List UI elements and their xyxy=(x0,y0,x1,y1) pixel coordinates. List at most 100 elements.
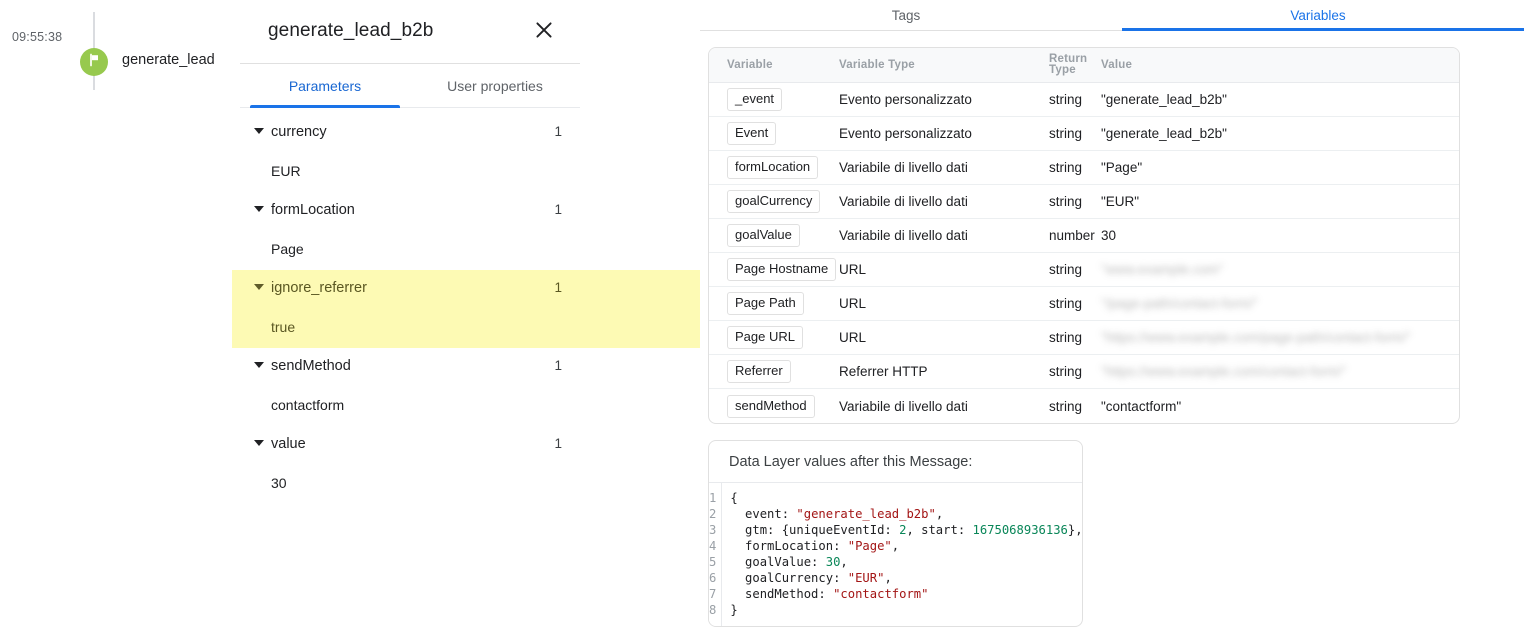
code-line: formLocation: "Page", xyxy=(730,538,1082,554)
parameter-value-row: true xyxy=(232,309,700,348)
variables-table-header: Variable Variable Type Return Type Value xyxy=(709,48,1459,83)
variable-chip[interactable]: goalValue xyxy=(727,224,800,247)
variable-type-cell: Variabile di livello dati xyxy=(839,194,968,209)
variable-value-cell: "Page" xyxy=(1101,160,1143,175)
variable-chip[interactable]: goalCurrency xyxy=(727,190,821,213)
code-token-plain: { xyxy=(730,491,738,505)
variable-type-cell: Variabile di livello dati xyxy=(839,398,968,414)
variable-type-cell: Variabile di livello dati xyxy=(839,228,968,243)
code-line: event: "generate_lead_b2b", xyxy=(730,506,1082,522)
caret-down-icon[interactable] xyxy=(254,206,264,212)
timeline-event-marker[interactable] xyxy=(80,48,108,76)
parameter-count: 1 xyxy=(554,124,562,139)
parameter-value: 30 xyxy=(271,475,287,491)
column-header-return-type: Return Type xyxy=(1049,53,1088,76)
code-token-number: 1675068936136 xyxy=(972,523,1068,537)
return-type-cell: string xyxy=(1049,398,1083,414)
return-type-cell: string xyxy=(1049,364,1083,379)
caret-down-icon[interactable] xyxy=(254,128,264,134)
caret-down-icon[interactable] xyxy=(254,440,264,446)
code-line-number: 2 xyxy=(709,507,717,521)
variable-chip[interactable]: _event xyxy=(727,88,783,111)
tab-tags[interactable]: Tags xyxy=(700,0,1112,31)
code-token-plain: , xyxy=(840,555,848,569)
variable-name-cell: Page URL xyxy=(709,326,839,349)
variables-table-body: _event Evento personalizzato string "genera… xyxy=(709,83,1459,423)
variable-type-cell: URL xyxy=(839,262,867,277)
code-line-number: 3 xyxy=(709,523,717,537)
code-line-number: 5 xyxy=(709,555,717,569)
parameter-value: contactform xyxy=(271,397,345,413)
code-token-plain: , start: xyxy=(906,523,973,537)
code-token-plain: , xyxy=(884,571,892,585)
code-token-plain: formLocation: xyxy=(730,539,848,553)
close-icon xyxy=(534,20,554,45)
caret-down-icon[interactable] xyxy=(254,284,264,290)
variable-name-cell: Page Hostname xyxy=(709,258,839,281)
code-token-plain: gtm: {uniqueEventId: xyxy=(730,523,900,537)
return-type-cell: number xyxy=(1049,228,1095,243)
parameter-value-row: contactform xyxy=(232,387,700,426)
caret-down-icon[interactable] xyxy=(254,362,264,368)
tab-parameters[interactable]: Parameters xyxy=(240,64,410,108)
code-line: gtm: {uniqueEventId: 2, start: 167506893… xyxy=(730,522,1082,538)
close-button[interactable] xyxy=(528,16,560,48)
parameter-row[interactable]: value 1 xyxy=(232,426,700,465)
return-type-cell: string xyxy=(1049,330,1083,345)
table-row: goalCurrency Variabile di livello dati str… xyxy=(709,185,1459,219)
variable-value-cell-redacted: "/page-path/contact-form/" xyxy=(1101,296,1258,311)
parameter-name: sendMethod xyxy=(271,358,351,374)
column-header-variable-type: Variable Type xyxy=(839,58,915,71)
return-type-cell: string xyxy=(1049,296,1083,311)
table-row: Page URL URL string "https://www.example.co… xyxy=(709,321,1459,355)
variable-chip[interactable]: Event xyxy=(727,122,777,145)
variable-chip[interactable]: sendMethod xyxy=(727,394,815,418)
data-layer-panel: Data Layer values after this Message: 1 2… xyxy=(708,440,1083,627)
code-line-number: 4 xyxy=(709,539,717,553)
parameter-row[interactable]: currency 1 xyxy=(232,114,700,153)
code-line-numbers: 1 2 3 4 5 6 7 8 xyxy=(709,483,723,626)
variables-table: Variable Variable Type Return Type Value … xyxy=(708,47,1460,424)
variable-name-cell: Page Path xyxy=(709,292,839,315)
tab-user-properties[interactable]: User properties xyxy=(410,64,580,108)
variable-name-cell: Referrer xyxy=(709,360,839,383)
code-line: goalCurrency: "EUR", xyxy=(730,570,1082,586)
code-content: { event: "generate_lead_b2b", gtm: {uniq… xyxy=(722,483,1082,626)
code-token-string: "EUR" xyxy=(847,571,885,585)
tab-variables[interactable]: Variables xyxy=(1112,0,1524,31)
return-type-cell: string xyxy=(1049,262,1083,277)
parameter-name: value xyxy=(271,436,306,452)
return-type-cell: string xyxy=(1049,160,1083,175)
parameter-count: 1 xyxy=(554,202,562,217)
variable-type-cell: Variabile di livello dati xyxy=(839,160,968,175)
variable-chip[interactable]: Page Hostname xyxy=(727,258,837,281)
parameter-value: Page xyxy=(271,241,304,257)
code-line: { xyxy=(730,490,1082,506)
event-detail-panel: generate_lead_b2b Parameters User proper… xyxy=(232,0,700,627)
code-line: goalValue: 30, xyxy=(730,554,1082,570)
code-token-string: "generate_lead_b2b" xyxy=(796,507,936,521)
variable-value-cell: "generate_lead_b2b" xyxy=(1101,92,1227,107)
parameter-row[interactable]: formLocation 1 xyxy=(232,192,700,231)
variable-chip[interactable]: Page Path xyxy=(727,292,804,315)
variable-value-cell: "generate_lead_b2b" xyxy=(1101,126,1227,141)
table-row: Referrer Referrer HTTP string "https://www.… xyxy=(709,355,1459,389)
variable-value-cell: "contactform" xyxy=(1101,398,1182,414)
code-token-plain: event: xyxy=(730,507,797,521)
app-root: 09:55:38 generate_lead generate_lead_b2b xyxy=(0,0,1524,627)
parameter-row[interactable]: ignore_referrer 1 xyxy=(232,270,700,309)
parameter-value: EUR xyxy=(271,163,301,179)
code-line-number: 1 xyxy=(709,491,717,505)
variable-name-cell: goalCurrency xyxy=(709,190,839,213)
variable-chip[interactable]: Referrer xyxy=(727,360,791,383)
column-header-variable: Variable xyxy=(727,58,773,71)
variable-chip[interactable]: formLocation xyxy=(727,156,819,179)
variable-type-cell: Referrer HTTP xyxy=(839,364,928,379)
code-token-string: "Page" xyxy=(847,539,892,553)
code-line-number: 7 xyxy=(709,587,717,601)
variable-chip[interactable]: Page URL xyxy=(727,326,803,349)
parameter-row[interactable]: sendMethod 1 xyxy=(232,348,700,387)
code-token-plain: sendMethod: xyxy=(730,587,834,601)
right-tabs: Tags Variables xyxy=(700,0,1524,31)
timeline-event-label[interactable]: generate_lead xyxy=(122,52,215,68)
